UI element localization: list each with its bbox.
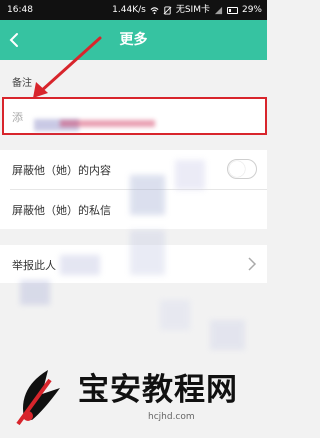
title-bar: 更多 (0, 20, 267, 60)
privacy-mosaic (130, 230, 165, 275)
battery-level: 29% (241, 5, 262, 15)
signal-icon (214, 6, 223, 14)
privacy-mosaic (160, 300, 190, 330)
block-content-label: 屏蔽他（她）的内容 (12, 164, 111, 177)
privacy-mosaic (20, 280, 50, 305)
privacy-mosaic (60, 255, 100, 275)
status-bar: 16:48 1.44K/s 无SIM卡 29% (0, 0, 267, 20)
status-time: 16:48 (7, 5, 33, 15)
page-title: 更多 (119, 32, 148, 48)
block-messages-label: 屏蔽他（她）的私信 (12, 204, 111, 217)
block-content-toggle[interactable] (227, 159, 257, 179)
wifi-icon (150, 6, 159, 14)
battery-icon (226, 6, 238, 14)
remark-label: 备注 (12, 78, 32, 89)
watermark-logo (16, 370, 60, 426)
remark-field[interactable] (2, 97, 267, 135)
chevron-left-icon[interactable] (5, 30, 25, 50)
report-label: 举报此人 (12, 259, 56, 272)
network-speed: 1.44K/s (112, 5, 146, 15)
screen: 16:48 1.44K/s 无SIM卡 29% 更多 备注 添 屏蔽他（她）的内… (0, 0, 267, 438)
no-sim-icon (163, 5, 172, 15)
watermark: 宝安教程网 hcjhd.com (0, 350, 267, 438)
privacy-mosaic (210, 320, 245, 350)
carrier-text: 无SIM卡 (175, 5, 210, 15)
watermark-domain: hcjhd.com (148, 412, 195, 422)
privacy-mosaic (175, 160, 205, 190)
blurred-text (60, 120, 155, 127)
chevron-right-icon (248, 257, 257, 271)
privacy-mosaic (130, 175, 165, 215)
watermark-text: 宝安教程网 (78, 372, 238, 408)
status-right: 1.44K/s 无SIM卡 29% (112, 0, 262, 20)
